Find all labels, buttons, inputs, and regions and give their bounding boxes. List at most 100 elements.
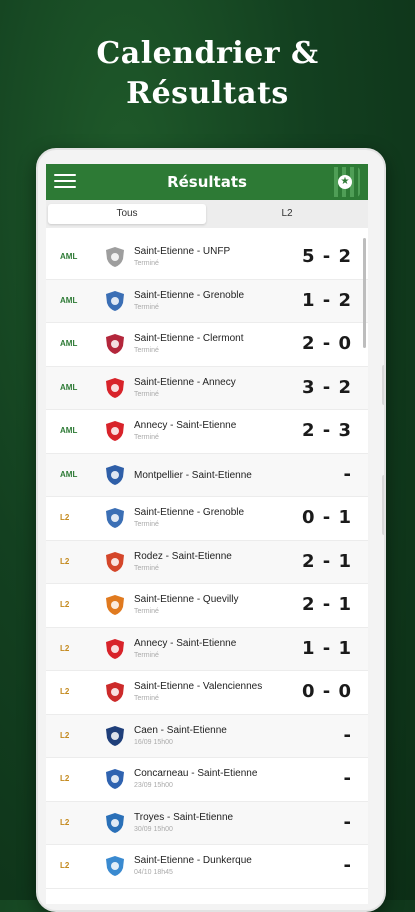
match-row[interactable]: L2 Saint-Etienne - Dunkerque 04/10 18h45 - (46, 845, 368, 889)
match-status: Terminé (134, 347, 159, 354)
scrollbar[interactable] (363, 238, 366, 348)
match-score: 2 - 1 (301, 594, 352, 615)
match-teams: Annecy - Saint-Etienne (134, 420, 237, 431)
match-teams: Saint-Etienne - Dunkerque (134, 855, 252, 866)
match-teams: Saint-Etienne - Quevilly (134, 594, 239, 605)
match-row[interactable]: AML Saint-Etienne - Annecy Terminé 3 - 2 (46, 366, 368, 410)
rodez-logo-icon (106, 551, 124, 572)
competition-label: AML (60, 295, 78, 305)
match-teams: Montpellier - Saint-Etienne (134, 469, 252, 481)
match-teams: Saint-Etienne - Clermont (134, 333, 244, 344)
competition-label: L2 (60, 687, 70, 696)
match-status: 30/09 15h00 (134, 825, 173, 833)
match-teams: Concarneau - Saint-Etienne (134, 768, 258, 779)
troyes-logo-icon (106, 812, 124, 833)
match-row[interactable]: AML Saint-Etienne - Grenoble Terminé 1 - 2 (46, 279, 368, 323)
app-bar-title: Résultats (167, 173, 247, 191)
montpellier-logo-icon (106, 464, 124, 485)
match-score: 2 - 3 (301, 420, 352, 441)
promo-title-line2: Résultats (126, 76, 289, 111)
match-score: 1 - 2 (301, 289, 352, 311)
annecy-logo-icon (106, 377, 124, 398)
match-teams: Saint-Etienne - Valenciennes (134, 681, 263, 692)
match-row[interactable]: L2 Rodez - Saint-Etienne Terminé 2 - 1 (46, 540, 368, 584)
club-crest-icon: ★ (330, 167, 360, 197)
match-teams: Saint-Etienne - UNFP (134, 246, 231, 257)
match-row[interactable]: AML Montpellier - Saint-Etienne - (46, 453, 368, 497)
competition-label: L2 (60, 817, 70, 827)
match-row[interactable]: AML Saint-Etienne - Clermont Terminé 2 - 0 (46, 323, 368, 367)
unfp-logo-icon (106, 247, 124, 267)
match-row[interactable]: L2 Saint-Etienne - Grenoble Terminé 0 - 1 (46, 497, 368, 541)
competition-label: L2 (60, 513, 70, 522)
match-status: 16/09 15h00 (134, 738, 173, 746)
match-row[interactable]: L2 Concarneau - Saint-Etienne 23/09 15h00 - (46, 758, 368, 802)
match-score: - (343, 768, 352, 789)
dunkerque-logo-icon (106, 856, 124, 876)
match-score: - (343, 463, 352, 485)
match-status: Terminé (134, 390, 159, 398)
match-score: 3 - 2 (301, 376, 352, 398)
competition-label: L2 (60, 861, 70, 870)
match-score: 5 - 2 (301, 246, 352, 267)
competition-label: AML (60, 252, 78, 261)
match-list: AML Saint-Etienne - UNFP Terminé 5 - 2 AML Sa… (46, 236, 368, 889)
phone-frame: Résultats ★ Tous L2 AML Saint-Etienne - U… (36, 148, 386, 912)
match-row[interactable]: AML Saint-Etienne - UNFP Terminé 5 - 2 (46, 236, 368, 280)
match-teams: Annecy - Saint-Etienne (134, 637, 237, 649)
concarneau-logo-icon (106, 769, 124, 789)
caen-logo-icon (106, 725, 124, 746)
competition-label: AML (60, 382, 78, 392)
match-status: Terminé (134, 521, 159, 528)
app-bar: Résultats ★ (46, 164, 368, 200)
match-teams: Saint-Etienne - Grenoble (134, 507, 245, 518)
match-status: Terminé (134, 434, 159, 441)
match-row[interactable]: L2 Troyes - Saint-Etienne 30/09 15h00 - (46, 801, 368, 845)
competition-label: AML (60, 426, 78, 435)
match-row[interactable]: L2 Saint-Etienne - Valenciennes Terminé 0 -… (46, 671, 368, 715)
match-score: 1 - 1 (301, 637, 352, 659)
competition-label: L2 (60, 643, 70, 653)
tab-bar: Tous L2 (46, 200, 368, 228)
match-row[interactable]: L2 Annecy - Saint-Etienne Terminé 1 - 1 (46, 627, 368, 671)
annecy-logo-icon (106, 638, 124, 659)
quevilly-logo-icon (106, 595, 124, 615)
match-status: Terminé (134, 564, 159, 572)
match-teams: Saint-Etienne - Grenoble (134, 289, 245, 301)
promo-title-line1: Calendrier & (96, 36, 319, 71)
match-score: - (343, 855, 352, 876)
match-score: 0 - 1 (301, 507, 352, 528)
match-row[interactable]: L2 Caen - Saint-Etienne 16/09 15h00 - (46, 714, 368, 758)
match-teams: Saint-Etienne - Annecy (134, 376, 236, 388)
match-status: Terminé (134, 260, 159, 267)
match-score: 2 - 0 (301, 333, 352, 354)
competition-label: L2 (60, 600, 70, 609)
match-status: Terminé (134, 303, 159, 311)
match-status: 04/10 18h45 (134, 869, 173, 876)
promo-title: Calendrier & Résultats (0, 34, 415, 114)
match-score: - (343, 811, 352, 833)
app-screen: Résultats ★ Tous L2 AML Saint-Etienne - U… (46, 164, 368, 904)
tab-tous[interactable]: Tous (48, 204, 206, 224)
match-teams: Caen - Saint-Etienne (134, 724, 227, 736)
match-row[interactable]: AML Annecy - Saint-Etienne Terminé 2 - 3 (46, 410, 368, 454)
competition-label: AML (60, 339, 78, 348)
match-teams: Rodez - Saint-Etienne (134, 550, 232, 562)
competition-label: L2 (60, 730, 70, 740)
match-status: 23/09 15h00 (134, 782, 173, 789)
annecy-logo-icon (106, 421, 124, 441)
grenoble-logo-icon (106, 508, 124, 528)
match-score: - (343, 724, 352, 746)
grenoble-logo-icon (106, 290, 124, 311)
match-status: Terminé (134, 695, 159, 702)
valenciennes-logo-icon (106, 682, 124, 702)
phone-volume-button (382, 365, 384, 405)
match-teams: Troyes - Saint-Etienne (134, 811, 234, 823)
clermont-logo-icon (106, 334, 124, 354)
competition-label: L2 (60, 556, 70, 566)
match-score: 2 - 1 (301, 550, 352, 572)
match-row[interactable]: L2 Saint-Etienne - Quevilly Terminé 2 - 1 (46, 584, 368, 628)
match-status: Terminé (134, 608, 159, 615)
tab-l2[interactable]: L2 (208, 204, 366, 224)
competition-label: L2 (60, 774, 70, 783)
